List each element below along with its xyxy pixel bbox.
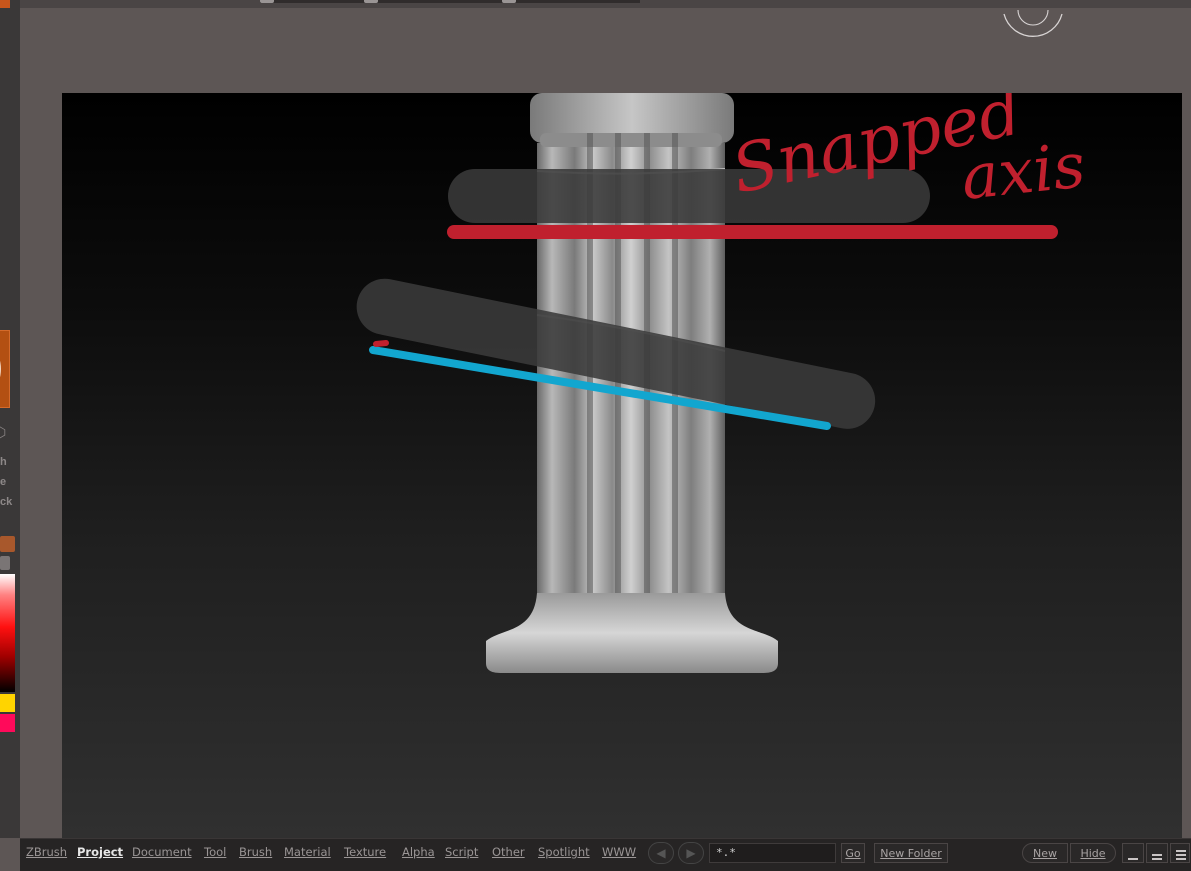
navigation-gizmo-icon[interactable] (1002, 0, 1064, 44)
previous-arrow-icon[interactable]: ◀ (648, 842, 674, 864)
menu-material[interactable]: Material (284, 845, 331, 859)
menu-alpha[interactable]: Alpha (402, 845, 435, 859)
annotation-label-axis: axis (958, 128, 1089, 214)
left-tray: ⬡ h e ck (0, 0, 20, 838)
secondary-color-swatch[interactable] (0, 714, 15, 732)
menu-texture[interactable]: Texture (344, 845, 386, 859)
main-color-swatch[interactable] (0, 694, 15, 712)
menu-tool[interactable]: Tool (204, 845, 226, 859)
top-slider-track[interactable] (260, 0, 640, 3)
layout-triple-icon[interactable] (1170, 843, 1190, 863)
file-filter-input[interactable]: *.* (709, 843, 836, 863)
tray-tab[interactable] (0, 0, 10, 8)
document-canvas[interactable]: Snapped axis (62, 93, 1182, 838)
color-picker[interactable] (0, 574, 15, 692)
menu-script[interactable]: Script (445, 845, 478, 859)
slider-thumb[interactable] (260, 0, 274, 3)
brush-thumbnail[interactable] (0, 330, 10, 408)
hide-button[interactable]: Hide (1070, 843, 1116, 863)
gradient-swatch[interactable] (0, 536, 15, 552)
slider-thumb[interactable] (502, 0, 516, 3)
tray-label-fragment: e (0, 476, 7, 488)
menu-spotlight[interactable]: Spotlight (538, 845, 590, 859)
go-button[interactable]: Go (841, 843, 865, 863)
menu-other[interactable]: Other (492, 845, 525, 859)
canvas-scene: Snapped axis (356, 93, 1089, 673)
switch-color-button[interactable] (0, 556, 10, 570)
cube-icon[interactable]: ⬡ (0, 424, 6, 441)
menu-document[interactable]: Document (132, 845, 192, 859)
new-folder-button[interactable]: New Folder (874, 843, 948, 863)
menu-project[interactable]: Project (77, 845, 123, 859)
next-arrow-icon[interactable]: ▶ (678, 842, 704, 864)
new-button[interactable]: New (1022, 843, 1068, 863)
menu-www[interactable]: WWW (602, 845, 636, 859)
layout-double-icon[interactable] (1146, 843, 1168, 863)
bottom-menu-bar: ZBrush Project Document Tool Brush Mater… (20, 838, 1191, 871)
tray-label-fragment: h (0, 456, 7, 468)
slider-thumb[interactable] (364, 0, 378, 3)
tray-label-fragment: ck (0, 496, 13, 508)
layout-single-icon[interactable] (1122, 843, 1144, 863)
menu-brush[interactable]: Brush (239, 845, 272, 859)
menu-zbrush[interactable]: ZBrush (26, 845, 67, 859)
